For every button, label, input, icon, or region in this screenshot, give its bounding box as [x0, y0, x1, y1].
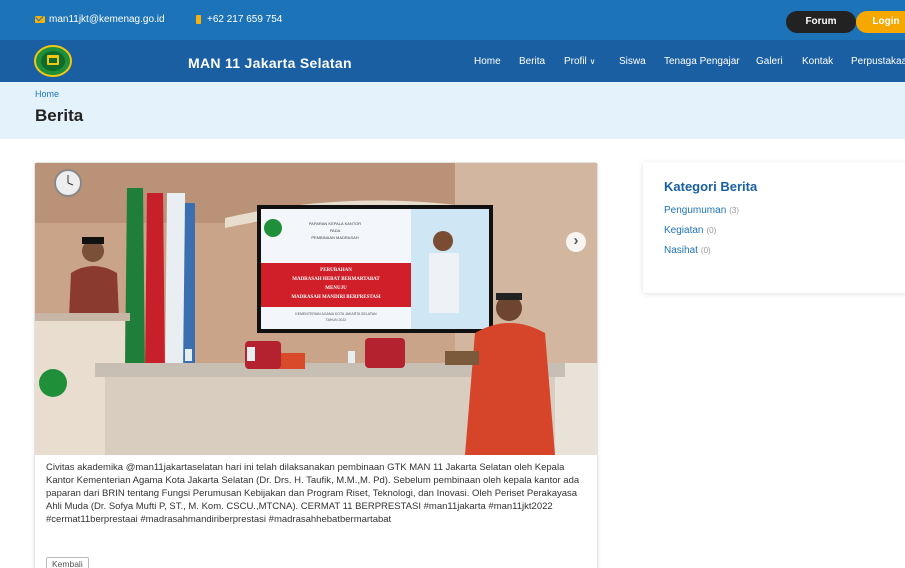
- slide-line1: PAPARAN KEPALA KANTOR: [309, 221, 362, 226]
- slide-year: TAHUN 2022: [326, 318, 347, 322]
- school-logo[interactable]: [34, 45, 72, 77]
- chevron-down-icon: ∨: [589, 57, 596, 66]
- nav-profil[interactable]: Profil ∨: [564, 56, 595, 67]
- category-name: Nasihat: [664, 245, 698, 256]
- slide-banner4: MADRASAH MANDIRI BERPRESTASI: [291, 295, 380, 300]
- breadcrumb-home[interactable]: Home: [35, 89, 59, 99]
- contact-phone[interactable]: +62 217 659 754: [196, 14, 282, 25]
- category-sidebar: Kategori Berita Pengumuman (3) Kegiatan (0…: [643, 162, 905, 293]
- category-count: (3): [729, 206, 740, 215]
- category-item-pengumuman[interactable]: Pengumuman (3): [664, 205, 739, 216]
- category-item-nasihat[interactable]: Nasihat (0): [664, 245, 711, 256]
- slide-footer: KEMENTERIAN AGAMA KOTA JAKARTA SELATAN: [295, 312, 377, 316]
- nav-siswa[interactable]: Siswa: [619, 56, 646, 67]
- nav-perpustakaan[interactable]: Perpustakaan: [851, 56, 905, 67]
- email-icon: [35, 16, 45, 23]
- nav-galeri[interactable]: Galeri: [756, 56, 783, 67]
- slide-banner3: MENUJU: [325, 286, 347, 291]
- top-contact-bar: man11jkt@kemenag.go.id +62 217 659 754 F…: [0, 0, 905, 40]
- main-navbar: MAN 11 Jakarta Selatan Home Berita Profi…: [0, 40, 905, 82]
- category-count: (0): [706, 226, 717, 235]
- slide-line2: PADA: [330, 228, 341, 233]
- article-photo: PAPARAN KEPALA KANTOR PADA PEMBINAAN MAD…: [35, 163, 597, 455]
- phone-text: +62 217 659 754: [207, 14, 283, 25]
- back-button[interactable]: Kembali: [46, 557, 89, 568]
- nav-home[interactable]: Home: [474, 56, 501, 67]
- site-title[interactable]: MAN 11 Jakarta Selatan: [188, 55, 352, 71]
- nav-profil-label: Profil: [564, 56, 587, 67]
- slide-banner2: MADRASAH HEBAT BERMARTABAT: [292, 277, 380, 282]
- category-name: Pengumuman: [664, 205, 727, 216]
- nav-tenaga-pengajar[interactable]: Tenaga Pengajar: [664, 56, 740, 67]
- slide-banner1: PERUBAHAN: [320, 268, 352, 273]
- category-item-kegiatan[interactable]: Kegiatan (0): [664, 225, 716, 236]
- nav-kontak[interactable]: Kontak: [802, 56, 833, 67]
- login-button[interactable]: Login: [856, 11, 905, 33]
- forum-button[interactable]: Forum: [786, 11, 856, 33]
- contact-email[interactable]: man11jkt@kemenag.go.id: [35, 14, 165, 25]
- category-name: Kegiatan: [664, 225, 704, 236]
- photo-illustration: PAPARAN KEPALA KANTOR PADA PEMBINAAN MAD…: [35, 163, 597, 455]
- phone-icon: [196, 15, 201, 24]
- article-body: Civitas akademika @man11jakartaselatan h…: [46, 462, 580, 525]
- chevron-right-icon[interactable]: ›: [566, 232, 586, 252]
- page-title: Berita: [35, 106, 84, 125]
- email-text: man11jkt@kemenag.go.id: [49, 14, 165, 25]
- nav-berita[interactable]: Berita: [519, 56, 545, 67]
- category-count: (0): [700, 246, 711, 255]
- slide-line3: PEMBINAAN MADRASAH: [311, 235, 358, 240]
- article-card: PAPARAN KEPALA KANTOR PADA PEMBINAAN MAD…: [34, 162, 598, 568]
- page-header: Home Berita: [0, 82, 905, 139]
- sidebar-title: Kategori Berita: [664, 179, 758, 194]
